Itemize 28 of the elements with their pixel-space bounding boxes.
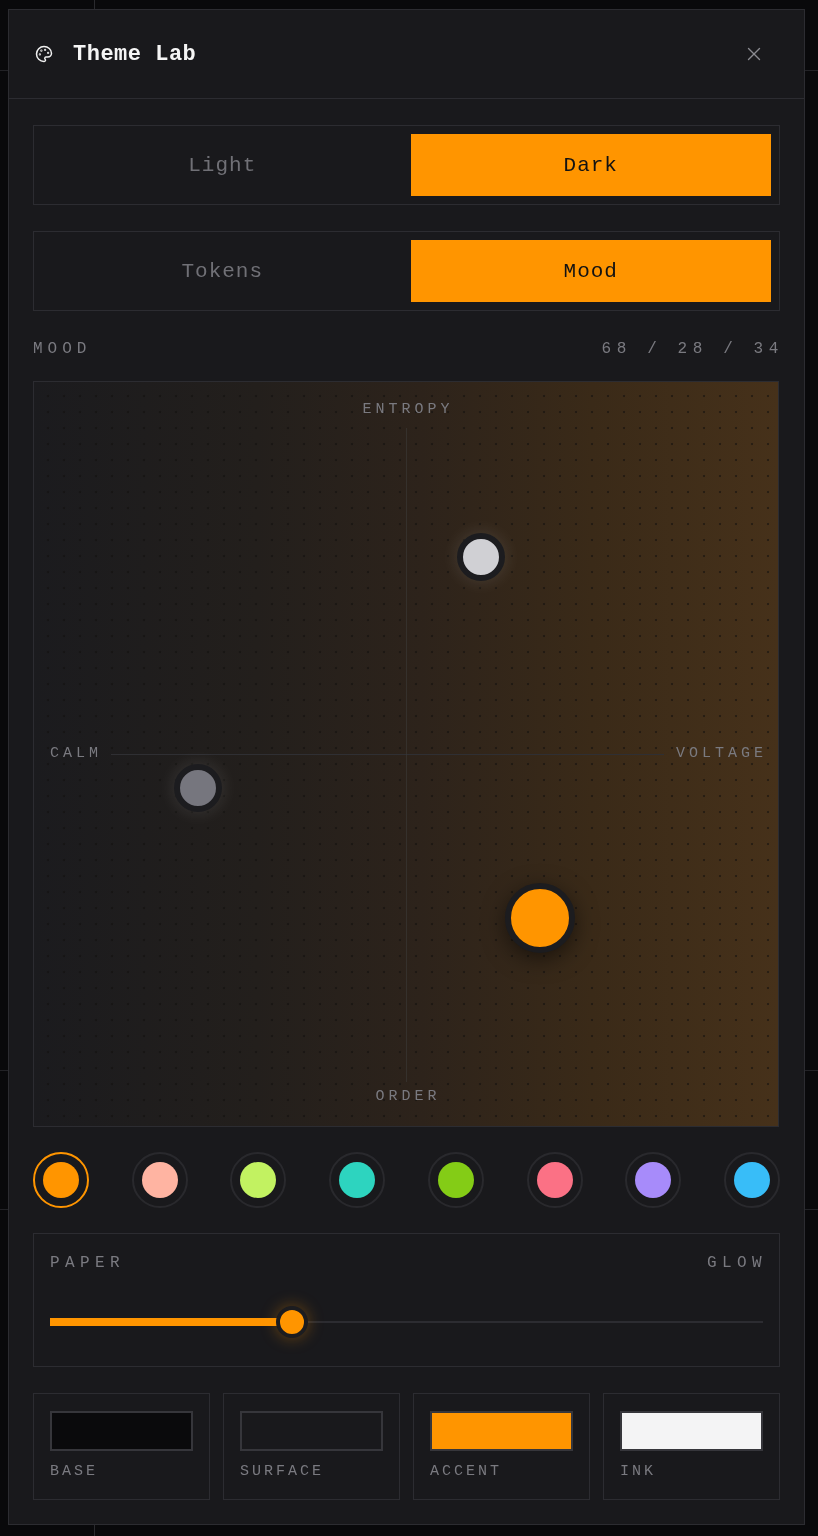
palette-icon (35, 45, 53, 63)
axis-label: ENTROPY (362, 401, 454, 419)
swatch-button[interactable] (526, 1152, 583, 1208)
axis-label: ORDER (375, 1088, 441, 1106)
swatch-button[interactable] (230, 1152, 287, 1208)
swatch-button[interactable] (625, 1152, 682, 1208)
mood-pad[interactable]: ENTROPY CALM VOLTAGE ORDER (33, 381, 779, 1127)
swatch-button[interactable] (131, 1152, 188, 1208)
swatch-button[interactable] (427, 1152, 484, 1208)
theme-option-button[interactable]: Light (42, 134, 403, 196)
token-label: INK (620, 1462, 657, 1482)
view-tab[interactable]: Mood (410, 240, 771, 302)
swatch-button[interactable] (329, 1152, 386, 1208)
section-label: MOOD (33, 340, 92, 358)
token-label: SURFACE (240, 1462, 325, 1482)
slider-label: PAPER (50, 1254, 125, 1272)
swatch-button[interactable] (33, 1152, 89, 1208)
swatch-button[interactable] (723, 1152, 780, 1208)
token-label: BASE (50, 1462, 99, 1482)
dialog-title: Theme Lab (73, 41, 198, 67)
mood-reading: 68 / 28 / 34 (601, 340, 784, 358)
mood-handle[interactable] (173, 764, 222, 813)
theme-option-button[interactable]: Dark (410, 134, 771, 196)
view-tab[interactable]: Tokens (42, 240, 403, 302)
axis-label: VOLTAGE (676, 745, 767, 763)
axis-label: CALM (50, 745, 102, 763)
slider-label: GLOW (707, 1254, 767, 1272)
token-label: ACCENT (430, 1462, 503, 1482)
